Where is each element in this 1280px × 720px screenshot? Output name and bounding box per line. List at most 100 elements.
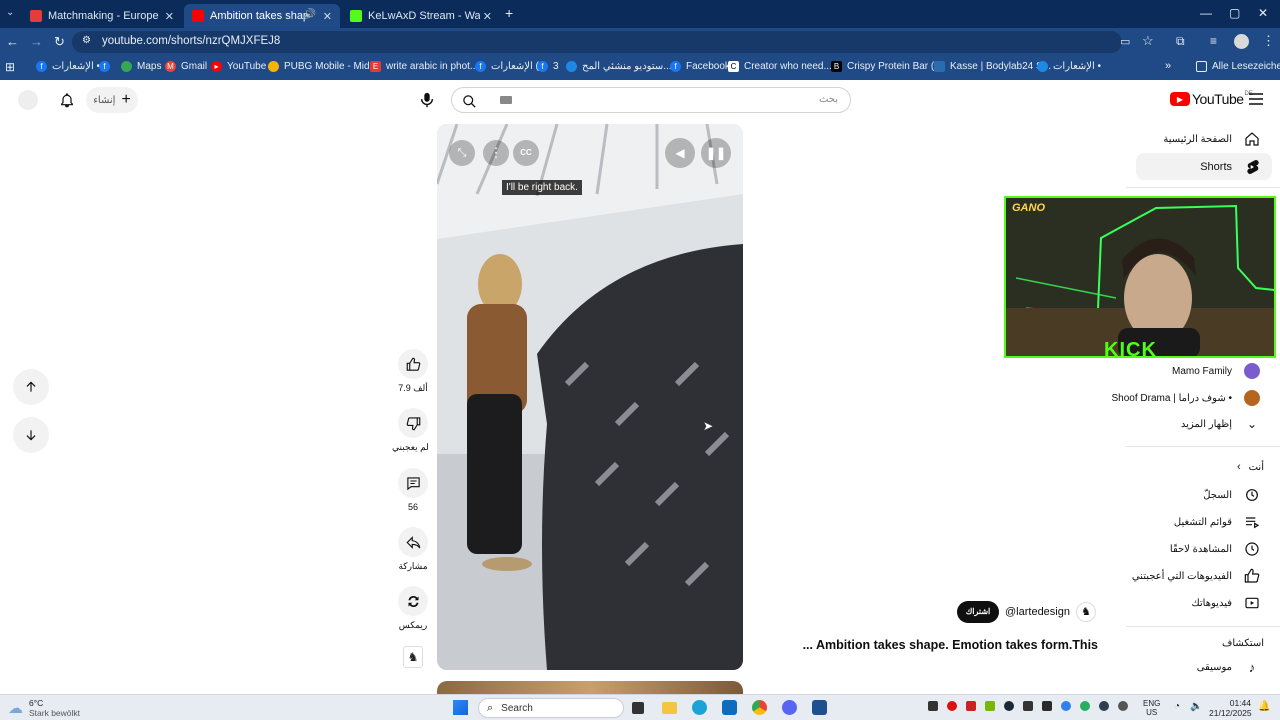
weather-widget[interactable]: ☁ 6°C Stark bewölkt (8, 698, 80, 718)
extensions-icon[interactable]: ⧉ (1176, 34, 1185, 49)
tray-app-icon[interactable] (966, 701, 976, 711)
bookmark-item[interactable]: f الإشعارات ( (475, 61, 539, 72)
comment-icon[interactable] (398, 468, 428, 498)
bookmark-item[interactable]: Maps (121, 61, 161, 72)
bookmark-item[interactable]: PUBG Mobile - Mid... (268, 61, 378, 72)
thumb-up-icon[interactable] (398, 349, 428, 379)
sidebar-item-playlists[interactable]: قوائم التشغيل (1174, 514, 1260, 530)
bookmark-item[interactable]: f الإشعارات • (36, 61, 100, 72)
remix-action[interactable]: ريمكس (398, 586, 428, 631)
media-controls-icon[interactable]: ≡ (1210, 34, 1217, 48)
back-icon[interactable]: ← (6, 34, 19, 49)
profile-avatar[interactable] (1234, 34, 1249, 49)
bookmark-item[interactable]: Kasse | Bodylab24 S... (934, 61, 1051, 72)
sidebar-show-more[interactable]: إظهار المزيد ⌄ (1181, 417, 1260, 431)
create-button[interactable]: إنشاء + (86, 87, 138, 113)
sidebar-item-music[interactable]: موسيقى ♪ (1197, 660, 1260, 675)
share-icon[interactable] (398, 527, 428, 557)
tray-record-icon[interactable] (947, 701, 957, 711)
tray-nvidia-icon[interactable] (985, 701, 995, 711)
bookmark-item[interactable]: f Facebook (670, 61, 730, 72)
apps-grid-icon[interactable]: ⊞ (5, 60, 15, 74)
close-window-icon[interactable]: ✕ (1258, 6, 1268, 20)
reload-icon[interactable]: ↻ (54, 34, 65, 50)
captions-button[interactable]: CC (513, 140, 539, 166)
site-info-icon[interactable]: ⚙ (82, 35, 91, 46)
next-video-preview[interactable] (437, 681, 743, 694)
tray-steam-icon[interactable] (1004, 701, 1014, 711)
taskbar-search[interactable]: ⌕ Search (478, 698, 624, 718)
speaker-icon[interactable]: 🔊 (304, 9, 316, 20)
edge-icon[interactable] (692, 700, 707, 715)
browser-menu-icon[interactable]: ⋮ (1262, 33, 1275, 49)
bookmark-item[interactable]: f3 (537, 61, 559, 72)
wifi-icon[interactable]: ◔ (1174, 701, 1180, 712)
volume-icon[interactable]: ◀ (665, 138, 695, 168)
tray-location-icon[interactable] (1118, 701, 1128, 711)
tray-app-icon[interactable] (1042, 701, 1052, 711)
keyboard-icon[interactable] (500, 96, 512, 104)
forward-icon[interactable]: → (30, 34, 43, 49)
comments-action[interactable]: 56 (398, 468, 428, 512)
new-tab-icon[interactable]: + (505, 5, 513, 21)
tab-list-menu-icon[interactable]: ⌄ (6, 7, 14, 18)
sound-source-thumbnail[interactable]: ♞ (403, 646, 423, 668)
search-icon[interactable] (460, 92, 478, 110)
channel-logo-icon[interactable]: ♞ (1076, 602, 1096, 622)
sidebar-item-home[interactable]: الصفحة الرئيسية (1163, 131, 1260, 147)
share-action[interactable]: مشاركة (398, 527, 428, 572)
voice-search-icon[interactable] (416, 89, 438, 111)
cast-icon[interactable]: ▭ (1120, 35, 1130, 48)
close-tab-icon[interactable]: ✕ (323, 10, 332, 23)
tab-kick-stream[interactable]: KeLwAxD Stream - Watch Live o... ✕ (342, 4, 500, 28)
bookmark-item[interactable]: f (99, 61, 115, 72)
windows-start-icon[interactable] (453, 700, 468, 715)
bookmark-item[interactable]: M Gmail (165, 61, 207, 72)
video-title[interactable]: ... Ambition takes shape. Emotion takes … (800, 638, 1098, 652)
bookmark-item[interactable]: ▸ YouTube (211, 61, 266, 72)
task-view-icon[interactable] (632, 702, 644, 714)
thumb-down-icon[interactable] (398, 408, 428, 438)
volume-icon[interactable]: 🔈 (1190, 701, 1202, 712)
bookmark-item[interactable]: B Crispy Protein Bar (... (831, 61, 943, 72)
tray-bluetooth-icon[interactable] (1061, 701, 1071, 711)
subscribe-button[interactable]: اشتراك (957, 601, 999, 623)
chrome-icon[interactable] (752, 700, 767, 715)
hamburger-menu-icon[interactable] (1248, 91, 1264, 107)
like-action[interactable]: 7.9 ألف (398, 349, 428, 394)
sidebar-item-liked-videos[interactable]: الفيديوهات التي أعجبتني (1132, 568, 1260, 584)
channel-handle[interactable]: @lartedesign (1005, 606, 1070, 618)
tray-shield-icon[interactable] (928, 701, 938, 711)
more-bookmarks-icon[interactable]: » (1165, 60, 1171, 72)
bookmark-item[interactable]: ستوديو منشئي المح... (566, 61, 672, 72)
tray-app-icon[interactable] (1023, 701, 1033, 711)
channel-avatar[interactable] (18, 90, 38, 110)
sidebar-subscription[interactable]: Mamo Family (1172, 363, 1260, 379)
tray-app-icon[interactable] (1099, 701, 1109, 711)
bookmark-item[interactable]: الإشعارات • (1037, 61, 1101, 72)
tray-app-icon[interactable] (1080, 701, 1090, 711)
shorts-video-player[interactable]: ⤡ ⋮ CC ◀ ❚❚ ➤ (437, 124, 743, 670)
close-tab-icon[interactable]: ✕ (483, 10, 492, 23)
previous-short-button[interactable] (13, 369, 49, 405)
next-short-button[interactable] (13, 417, 49, 453)
maximize-icon[interactable]: ▢ (1229, 6, 1240, 20)
tab-matchmaking[interactable]: Matchmaking - Europe 5v5 Qui... ✕ (22, 4, 182, 28)
dislike-action[interactable]: لم يعجبني (392, 408, 429, 453)
sidebar-you-heading[interactable]: ‹ أنت (1237, 461, 1264, 473)
file-explorer-icon[interactable] (662, 702, 677, 714)
sidebar-item-shorts-content[interactable]: Shorts (1200, 159, 1260, 175)
input-language[interactable]: ENG US (1143, 699, 1160, 717)
close-tab-icon[interactable]: ✕ (165, 10, 174, 23)
minimize-icon[interactable]: — (1200, 6, 1212, 20)
address-bar[interactable]: ⚙ youtube.com/shorts/nzrQMJXFEJ8 (72, 31, 1122, 53)
bookmark-item[interactable]: Ewrite arabic in phot... (370, 61, 478, 72)
store-icon[interactable] (722, 700, 737, 715)
more-options-icon[interactable]: ⋮ (483, 140, 509, 166)
pause-icon[interactable]: ❚❚ (701, 138, 731, 168)
sidebar-item-watch-later[interactable]: المشاهدة لاحقًا (1170, 541, 1260, 557)
app-icon[interactable] (812, 700, 827, 715)
tab-youtube-short[interactable]: Ambition takes shape. Emoti... 🔊 ✕ (184, 4, 340, 28)
sidebar-subscription[interactable]: Shoof Drama | شوف دراما • (1111, 390, 1260, 406)
fullscreen-icon[interactable]: ⤡ (449, 140, 475, 166)
